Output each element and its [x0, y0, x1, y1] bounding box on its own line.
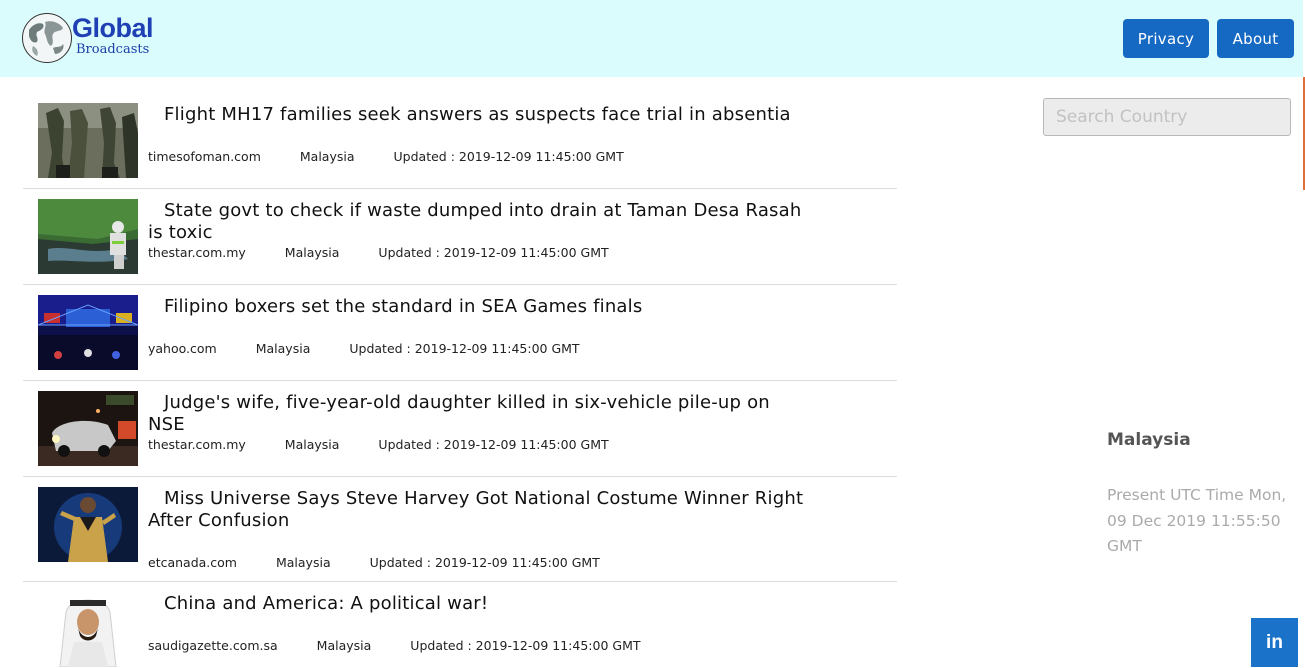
privacy-button[interactable]: Privacy [1123, 19, 1209, 58]
article-thumbnail[interactable] [38, 295, 138, 370]
globe-icon [22, 13, 72, 63]
article-updated: Updated : 2019-12-09 11:45:00 GMT [410, 638, 641, 653]
article-thumbnail[interactable] [38, 103, 138, 178]
search-country-input[interactable] [1043, 98, 1291, 136]
article-title[interactable]: Miss Universe Says Steve Harvey Got Nati… [148, 488, 808, 532]
article-title[interactable]: Judge's wife, five-year-old daughter kil… [148, 392, 808, 436]
logo-title: Global [72, 13, 154, 43]
article-updated: Updated : 2019-12-09 11:45:00 GMT [378, 245, 609, 260]
utc-time: Present UTC Time Mon, 09 Dec 2019 11:55:… [1107, 486, 1287, 555]
top-navbar: Global Broadcasts Privacy About [0, 0, 1303, 77]
article-meta: etcanada.com Malaysia Updated : 2019-12-… [148, 555, 600, 570]
article-country: Malaysia [255, 341, 311, 356]
article-source[interactable]: timesofoman.com [148, 149, 261, 164]
news-item[interactable]: Filipino boxers set the standard in SEA … [23, 285, 897, 381]
article-meta: thestar.com.my Malaysia Updated : 2019-1… [148, 245, 609, 260]
article-thumbnail[interactable] [38, 391, 138, 466]
article-title[interactable]: Flight MH17 families seek answers as sus… [148, 104, 808, 126]
article-source[interactable]: thestar.com.my [148, 245, 246, 260]
article-meta: timesofoman.com Malaysia Updated : 2019-… [148, 149, 624, 164]
article-meta: saudigazette.com.sa Malaysia Updated : 2… [148, 638, 641, 653]
about-button[interactable]: About [1217, 19, 1294, 58]
article-title[interactable]: Filipino boxers set the standard in SEA … [148, 296, 808, 318]
article-country: Malaysia [299, 149, 355, 164]
article-updated: Updated : 2019-12-09 11:45:00 GMT [378, 437, 609, 452]
article-country: Malaysia [275, 555, 331, 570]
article-source[interactable]: saudigazette.com.sa [148, 638, 278, 653]
article-meta: yahoo.com Malaysia Updated : 2019-12-09 … [148, 341, 580, 356]
selected-country: Malaysia [1107, 430, 1191, 450]
news-item[interactable]: Flight MH17 families seek answers as sus… [23, 77, 897, 189]
linkedin-icon[interactable]: in [1251, 618, 1298, 667]
site-logo[interactable]: Global Broadcasts [22, 13, 162, 65]
article-country: Malaysia [284, 245, 340, 260]
article-country: Malaysia [316, 638, 372, 653]
article-updated: Updated : 2019-12-09 11:45:00 GMT [369, 555, 600, 570]
article-source[interactable]: yahoo.com [148, 341, 217, 356]
news-item[interactable]: China and America: A political war! saud… [23, 582, 897, 668]
article-updated: Updated : 2019-12-09 11:45:00 GMT [393, 149, 624, 164]
article-source[interactable]: etcanada.com [148, 555, 237, 570]
news-item[interactable]: Judge's wife, five-year-old daughter kil… [23, 381, 897, 477]
article-title[interactable]: China and America: A political war! [148, 593, 808, 615]
article-thumbnail[interactable] [38, 487, 138, 562]
news-item[interactable]: State govt to check if waste dumped into… [23, 189, 897, 285]
article-meta: thestar.com.my Malaysia Updated : 2019-1… [148, 437, 609, 452]
logo-subtitle: Broadcasts [76, 42, 150, 57]
article-updated: Updated : 2019-12-09 11:45:00 GMT [349, 341, 580, 356]
article-thumbnail[interactable] [38, 199, 138, 274]
article-source[interactable]: thestar.com.my [148, 437, 246, 452]
article-thumbnail[interactable] [38, 592, 138, 667]
news-item[interactable]: Miss Universe Says Steve Harvey Got Nati… [23, 477, 897, 582]
article-title[interactable]: State govt to check if waste dumped into… [148, 200, 808, 244]
article-country: Malaysia [284, 437, 340, 452]
news-feed: Flight MH17 families seek answers as sus… [23, 77, 897, 668]
